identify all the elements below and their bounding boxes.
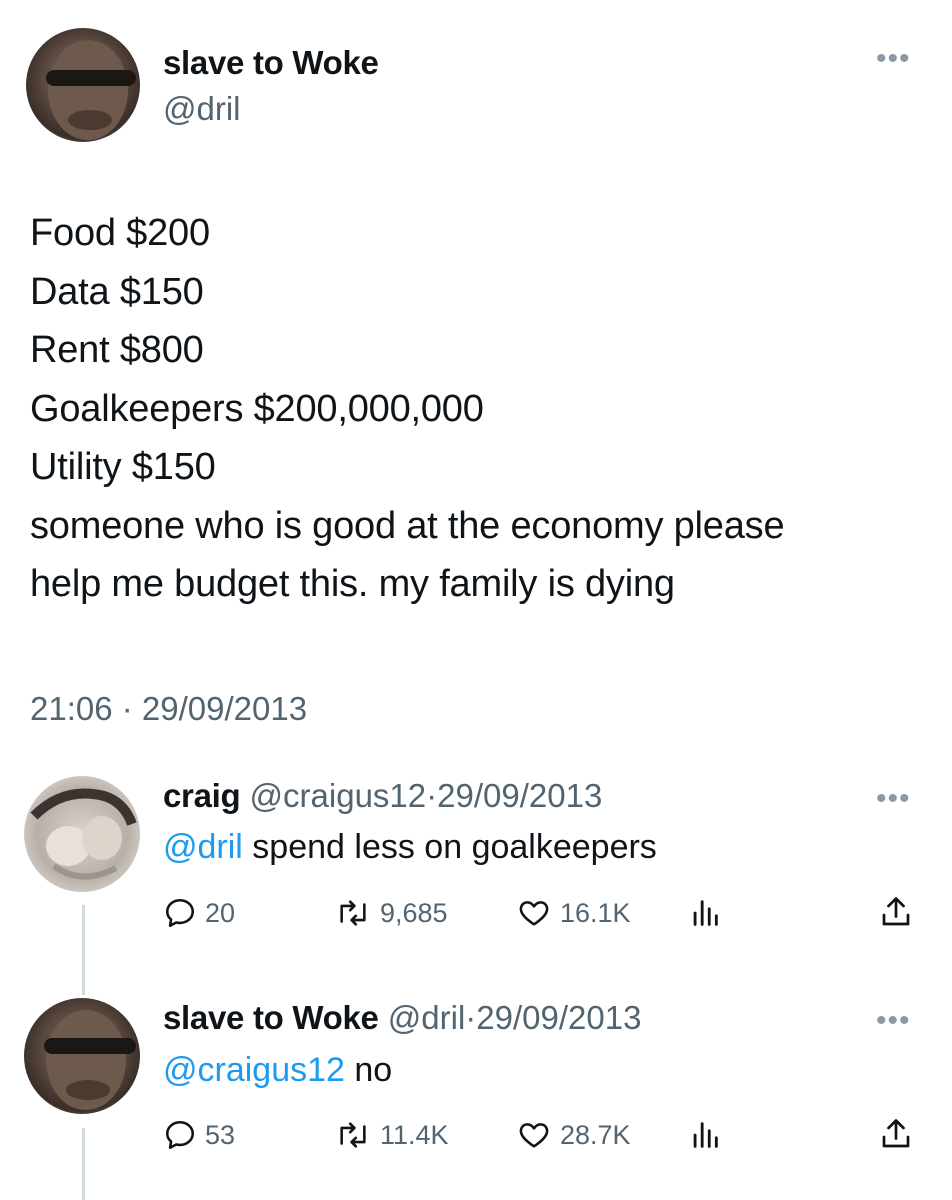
avatar-face-icon: [46, 40, 136, 140]
share-button[interactable]: [878, 894, 914, 930]
tweet-line: Goalkeepers $200,000,000: [30, 387, 484, 430]
share-button[interactable]: [878, 1116, 914, 1152]
views-chart-icon: [693, 900, 718, 926]
avatar-photo-icon: [30, 788, 137, 880]
reply-author-handle[interactable]: @dril: [388, 999, 466, 1036]
avatar-face-icon: [44, 1010, 136, 1110]
thread-connector: [82, 1128, 85, 1200]
reply-author-name[interactable]: craig: [163, 777, 241, 814]
views-button[interactable]: [688, 896, 722, 930]
heart-icon: [519, 901, 549, 926]
reply-button[interactable]: 53: [163, 1118, 235, 1152]
reply-count: 53: [205, 1119, 236, 1150]
like-count: 16.1K: [560, 897, 631, 928]
share-icon: [882, 1119, 910, 1148]
meta-separator: ·: [426, 777, 438, 814]
tweet-line: Rent $800: [30, 329, 204, 371]
like-button[interactable]: 28.7K: [516, 1118, 631, 1152]
retweet-count: 11.4K: [380, 1119, 449, 1150]
tweet-line: help me budget this. my family is dying: [30, 563, 675, 605]
mention-link[interactable]: @craigus12: [163, 1051, 345, 1089]
retweet-button[interactable]: 11.4K: [334, 1118, 449, 1152]
reply-bubble-icon: [165, 1120, 195, 1150]
tweet-timestamp[interactable]: 21:06 · 29/09/2013: [30, 690, 307, 728]
tweet-line: Data $150: [30, 270, 204, 313]
tweet-line: someone who is good at the economy pleas…: [30, 504, 785, 547]
reply-body: spend less on goalkeepers: [242, 828, 657, 866]
retweet-button[interactable]: 9,685: [334, 896, 448, 930]
reply-text: @craigus12 no: [163, 1051, 392, 1090]
share-icon: [882, 897, 910, 926]
reply-author-name[interactable]: slave to Woke: [163, 999, 379, 1036]
reply-body: no: [344, 1051, 393, 1089]
author-name[interactable]: slave to Woke: [163, 44, 379, 82]
reply-bubble-icon: [165, 898, 195, 928]
retweet-icon: [340, 900, 366, 926]
retweet-count: 9,685: [380, 897, 448, 928]
reply-date[interactable]: 29/09/2013: [437, 777, 602, 814]
more-dots-icon[interactable]: •••: [876, 784, 911, 814]
reply-text: @dril spend less on goalkeepers: [163, 828, 657, 867]
meta-separator: ·: [465, 999, 477, 1036]
reply-avatar[interactable]: [24, 776, 140, 892]
more-dots-icon[interactable]: •••: [876, 44, 911, 74]
tweet-line: Food $200: [30, 212, 210, 254]
author-avatar[interactable]: [26, 28, 140, 142]
reply-count: 20: [205, 897, 236, 928]
reply-author-handle[interactable]: @craigus12: [250, 777, 427, 814]
reply-date[interactable]: 29/09/2013: [476, 999, 641, 1036]
like-count: 28.7K: [560, 1119, 631, 1150]
author-handle[interactable]: @dril: [163, 90, 241, 128]
mention-link[interactable]: @dril: [163, 828, 243, 866]
heart-icon: [519, 1123, 549, 1148]
tweet-text: Food $200 Data $150 Rent $800 Goalkeeper…: [30, 204, 785, 614]
reply-header: craig @craigus12·29/09/2013: [163, 777, 602, 815]
retweet-icon: [340, 1122, 366, 1148]
more-dots-icon[interactable]: •••: [876, 1006, 911, 1036]
thread-connector: [82, 905, 85, 995]
like-button[interactable]: 16.1K: [516, 896, 631, 930]
reply-button[interactable]: 20: [163, 896, 235, 930]
views-chart-icon: [693, 1122, 718, 1148]
views-button[interactable]: [688, 1118, 722, 1152]
reply-header: slave to Woke @dril·29/09/2013: [163, 999, 641, 1037]
tweet-line: Utility $150: [30, 446, 216, 488]
reply-avatar[interactable]: [24, 998, 140, 1114]
